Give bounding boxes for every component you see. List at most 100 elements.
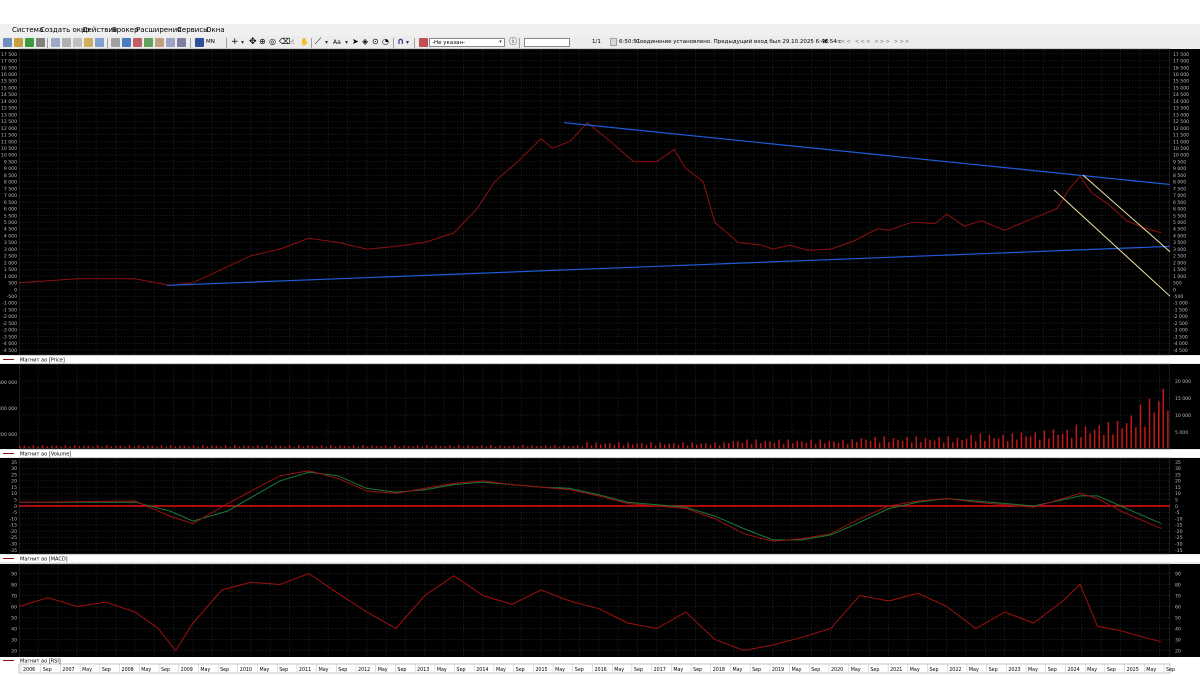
time-axis-label: Sep: [516, 667, 525, 673]
price-tick-right: 10 500: [1173, 146, 1189, 152]
price-tick-right: 6 500: [1173, 200, 1186, 206]
calendar-icon[interactable]: [155, 38, 164, 47]
price-tick-left: 2 000: [4, 260, 17, 266]
new-chart-icon[interactable]: [3, 38, 12, 47]
crosshair-icon[interactable]: +: [231, 36, 239, 48]
news-icon[interactable]: [144, 38, 153, 47]
rsi-panel-left-gutter: [0, 564, 19, 660]
rsi-tick-right: 80: [1175, 582, 1181, 588]
volume-bar: [220, 446, 222, 448]
volume-bar: [650, 442, 652, 448]
volume-bar: [1144, 426, 1146, 448]
price-tick-right: 1 000: [1173, 274, 1186, 280]
close-icon[interactable]: ✕: [822, 37, 829, 47]
price-tick-left: 13 500: [1, 106, 17, 112]
chevron-down-icon[interactable]: ▾: [325, 37, 328, 48]
menu-windows[interactable]: Окна: [206, 25, 225, 35]
time-axis-label: Sep: [989, 667, 998, 673]
volume-bar: [1093, 429, 1096, 448]
volume-bar: [147, 445, 149, 448]
volume-bar: [1052, 429, 1055, 448]
price-tick-right: 11 500: [1173, 133, 1189, 139]
rsi-tick-right: 70: [1175, 593, 1181, 599]
orders-icon[interactable]: [84, 38, 93, 47]
macd-tick-left: -25: [9, 535, 17, 541]
table-icon[interactable]: [51, 38, 60, 47]
macd-tick-right: -35: [1175, 548, 1183, 554]
move-icon[interactable]: ✥: [249, 36, 257, 48]
price-tick-left: 16 000: [1, 72, 17, 78]
connect-icon[interactable]: [25, 38, 34, 47]
volume-bar: [1057, 434, 1059, 448]
volume-bar: [613, 445, 616, 448]
price-tick-left: 8 000: [4, 180, 17, 186]
volume-bar: [435, 445, 437, 448]
chevron-down-icon[interactable]: ▾: [345, 37, 348, 48]
trendline-tool-icon[interactable]: ⟋: [315, 36, 321, 48]
fib-tool-icon[interactable]: ⊙: [372, 36, 379, 48]
navigation-arrows[interactable]: <<< <<< >>> >>>: [835, 38, 911, 47]
time-axis-label: May: [969, 667, 979, 673]
price-tick-right: 3 000: [1173, 247, 1186, 253]
magnet-icon[interactable]: ∩: [397, 36, 404, 48]
open-icon[interactable]: [14, 38, 23, 47]
price-tick-left: 15 500: [1, 79, 17, 85]
trades-icon[interactable]: [95, 38, 104, 47]
lock-icon[interactable]: [177, 38, 186, 47]
toolbar-separator: [393, 38, 394, 48]
volume-bar: [709, 444, 712, 448]
chevron-down-icon[interactable]: ▾: [406, 37, 409, 48]
eraser-icon[interactable]: ⌫: [279, 36, 290, 48]
timeframe-label[interactable]: MN: [206, 38, 215, 47]
volume-bar: [970, 434, 972, 448]
text-tool-icon[interactable]: Aa: [333, 37, 341, 48]
security-select[interactable]: -Не указан- ▾: [429, 38, 505, 47]
price-tick-right: 10 000: [1173, 153, 1189, 159]
volume-bar: [581, 446, 584, 448]
chart-area[interactable]: Магнит ао [Price]17 500 17 50017 000 17 00…: [0, 48, 1200, 674]
chevron-down-icon[interactable]: ▾: [241, 37, 244, 48]
search-input[interactable]: [524, 38, 570, 47]
volume-bar: [696, 444, 698, 448]
time-axis-label: May: [614, 667, 624, 673]
disconnect-icon[interactable]: [36, 38, 45, 47]
journal-icon[interactable]: [166, 38, 175, 47]
pointer-icon[interactable]: ☝: [290, 37, 294, 48]
zoom-icon[interactable]: ⊕: [259, 36, 266, 48]
toolbar-separator: [226, 38, 227, 48]
print-icon[interactable]: [62, 38, 71, 47]
price-tick-left: 14 500: [1, 92, 17, 98]
arrow-tool-icon[interactable]: ➤: [352, 36, 359, 48]
bar-chart-icon[interactable]: [195, 38, 204, 47]
settings-icon[interactable]: [111, 38, 120, 47]
menu-broker[interactable]: Брокер: [112, 25, 139, 35]
volume-bar: [133, 446, 135, 448]
target-icon[interactable]: ◎: [269, 36, 276, 48]
volume-tick-left: 200 000: [0, 432, 17, 438]
time-axis-label: 2024: [1067, 667, 1079, 673]
macd-tick-left: 25: [11, 472, 17, 478]
price-tick-right: -500: [1173, 294, 1184, 300]
shape-tool-icon[interactable]: ◈: [362, 36, 368, 48]
volume-bar: [247, 445, 250, 448]
time-axis-label: 2013: [417, 667, 429, 673]
portfolio-icon[interactable]: [122, 38, 131, 47]
volume-bar: [654, 445, 657, 448]
alert-icon[interactable]: [133, 38, 142, 47]
price-tick-left: 500: [8, 281, 17, 287]
hand-icon[interactable]: ✋: [300, 37, 309, 48]
menu-extensions[interactable]: Расширения: [136, 25, 181, 35]
quotes-icon[interactable]: [73, 38, 82, 47]
time-axis-label: May: [851, 667, 861, 673]
price-tick-right: 6 000: [1173, 207, 1186, 213]
info-icon[interactable]: ⓘ: [509, 36, 517, 48]
menu-system[interactable]: Система: [12, 25, 43, 35]
price-tick-right: 5 500: [1173, 213, 1186, 219]
volume-bar: [266, 445, 268, 448]
cycle-tool-icon[interactable]: ◔: [382, 36, 389, 48]
volume-bar: [384, 445, 387, 448]
time-axis-label: Sep: [43, 667, 52, 673]
time-axis-label: Sep: [279, 667, 288, 673]
menu-services[interactable]: Сервисы: [177, 25, 209, 35]
chevron-down-icon[interactable]: ▾: [497, 39, 504, 46]
